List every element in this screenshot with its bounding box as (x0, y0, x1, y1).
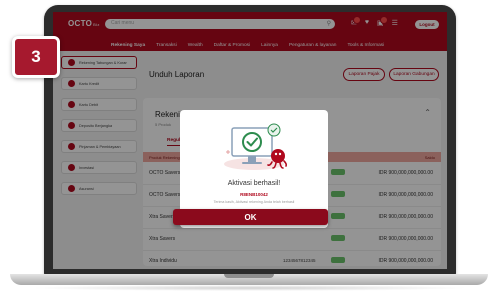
laptop-base (10, 274, 488, 285)
reference-number: R8ENB10042 (240, 192, 268, 197)
ok-button[interactable]: OK (173, 209, 328, 225)
activation-success-illustration (224, 123, 288, 170)
laptop-shadow (30, 285, 470, 291)
app-screen: OCTOBiz Cari menu ⚲ ✉ ♥ ▣ ☰ Logout Reken… (53, 12, 447, 269)
dialog-title: Aktivasi berhasil! (227, 180, 281, 187)
step-number-badge: 3 (12, 36, 60, 78)
dialog-message: Terima kasih, Aktivasi rekening Anda tel… (213, 200, 295, 204)
laptop-notch (224, 274, 274, 278)
